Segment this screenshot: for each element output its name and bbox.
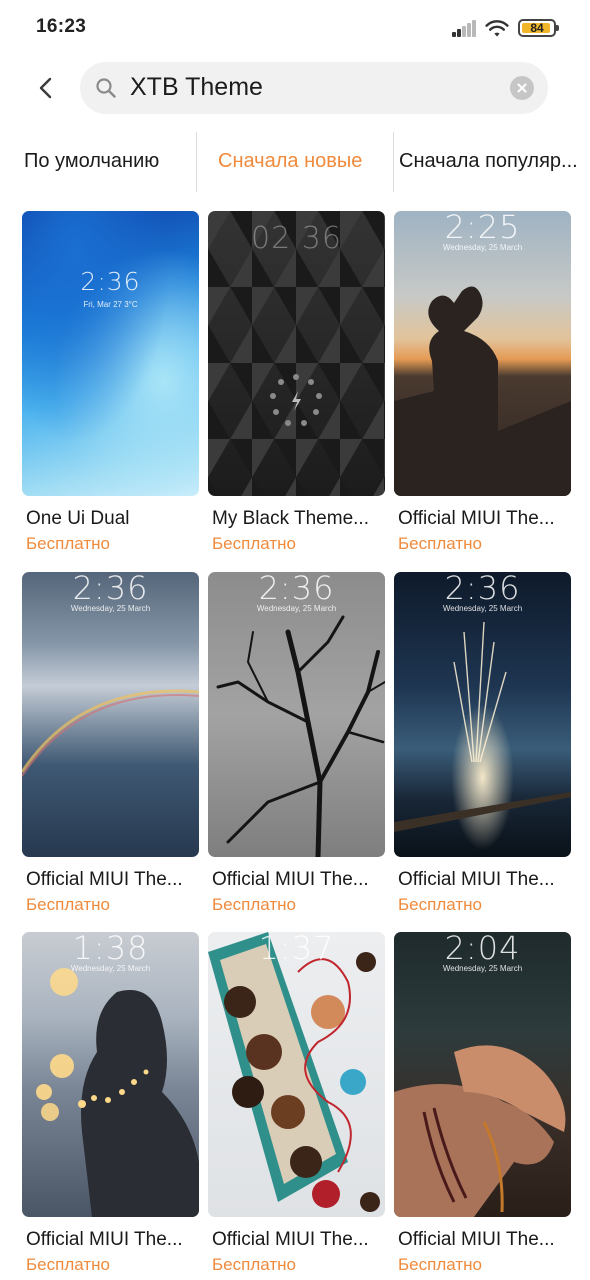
theme-price: Бесплатно: [212, 1255, 296, 1274]
thumbnail-date: Fri, Mar 27 3°C: [83, 300, 138, 309]
theme-card[interactable]: 1:38 Wednesday, 25 March Official MIUI T…: [22, 932, 199, 1275]
wifi-icon: [485, 20, 509, 37]
battery-icon: 84: [518, 19, 559, 37]
theme-card[interactable]: 2:36 Wednesday, 25 March Official MIUI T…: [394, 572, 571, 915]
theme-title: Official MIUI The...: [398, 1229, 555, 1250]
theme-price: Бесплатно: [212, 895, 296, 914]
theme-price: Бесплатно: [26, 534, 110, 553]
theme-thumbnail[interactable]: 1:37: [208, 932, 385, 1217]
chocolates-image: [208, 932, 380, 1212]
theme-thumbnail[interactable]: 2:04 Wednesday, 25 March: [394, 932, 571, 1217]
sort-tabs: По умолчанию Сначала новые Сначала попул…: [0, 130, 590, 192]
theme-thumbnail[interactable]: 2:36 Wednesday, 25 March: [394, 572, 571, 857]
theme-card[interactable]: 2:36 Fri, Mar 27 3°C One Ui Dual Бесплат…: [22, 211, 199, 554]
tab-popular[interactable]: Сначала популяр...: [399, 130, 590, 192]
loading-ring-icon: [270, 374, 322, 426]
tab-newest[interactable]: Сначала новые: [218, 130, 388, 192]
theme-thumbnail[interactable]: 2:36 Wednesday, 25 March: [22, 572, 199, 857]
holding-hands-image: [394, 1045, 566, 1217]
theme-title: Official MIUI The...: [212, 1229, 369, 1250]
thumbnail-clock: 02 36: [251, 221, 342, 256]
theme-thumbnail[interactable]: 1:38 Wednesday, 25 March: [22, 932, 199, 1217]
theme-thumbnail[interactable]: 2:25 Wednesday, 25 March: [394, 211, 571, 496]
silhouette-image: [394, 286, 571, 496]
clear-icon[interactable]: [510, 76, 534, 100]
chevron-left-icon: [39, 77, 52, 99]
status-icons: 84: [452, 15, 559, 41]
thumbnail-clock: 2:36: [72, 572, 149, 607]
theme-price: Бесплатно: [26, 895, 110, 914]
signal-icon: [452, 19, 476, 37]
theme-title: Official MIUI The...: [398, 508, 555, 529]
tab-default[interactable]: По умолчанию: [24, 130, 184, 192]
status-time: 16:23: [36, 16, 87, 37]
thumbnail-date: Wednesday, 25 March: [442, 604, 523, 613]
theme-title: My Black Theme...: [212, 508, 369, 529]
theme-thumbnail[interactable]: 2:36 Fri, Mar 27 3°C: [22, 211, 199, 496]
theme-card[interactable]: 2:36 Wednesday, 25 March Official MIUI T…: [22, 572, 199, 915]
tab-divider: [393, 132, 394, 192]
theme-thumbnail[interactable]: 02 36: [208, 211, 385, 496]
theme-title: Official MIUI The...: [26, 1229, 183, 1250]
theme-thumbnail[interactable]: 2:36 Wednesday, 25 March: [208, 572, 385, 857]
tab-divider: [196, 132, 197, 192]
theme-price: Бесплатно: [398, 534, 482, 553]
theme-price: Бесплатно: [212, 534, 296, 553]
rainbow-image: [22, 689, 199, 777]
theme-card[interactable]: 2:04 Wednesday, 25 March Official MIUI T…: [394, 932, 571, 1275]
theme-card[interactable]: 1:37 Official MIUI The... Бесплатно: [208, 932, 385, 1275]
search-box[interactable]: XTB Theme: [80, 62, 548, 114]
tree-branches-image: [216, 615, 385, 857]
theme-price: Бесплатно: [26, 1255, 110, 1274]
theme-title: Official MIUI The...: [212, 869, 369, 890]
thumbnail-clock: 1:37: [258, 932, 335, 967]
thumbnail-clock: 2:36: [444, 572, 521, 607]
thumbnail-clock: 2:36: [258, 572, 335, 607]
thumbnail-date: Wednesday, 25 March: [442, 964, 523, 973]
theme-card[interactable]: 02 36 My Black Theme... Бесплатно: [208, 211, 385, 554]
theme-card[interactable]: 2:36 Wednesday, 25 March Official MIUI T…: [208, 572, 385, 915]
theme-card[interactable]: 2:25 Wednesday, 25 March Official MIUI T…: [394, 211, 571, 554]
search-icon: [96, 78, 116, 98]
thumbnail-date: Wednesday, 25 March: [442, 243, 523, 252]
thumbnail-date: Wednesday, 25 March: [70, 604, 151, 613]
theme-title: Official MIUI The...: [398, 869, 555, 890]
theme-title: One Ui Dual: [26, 508, 130, 529]
back-button[interactable]: [26, 68, 66, 108]
thumbnail-clock: 2:36: [80, 267, 141, 296]
status-bar: 16:23 84: [0, 0, 590, 56]
theme-price: Бесплатно: [398, 895, 482, 914]
thumbnail-clock: 2:25: [444, 211, 521, 246]
battery-level: 84: [530, 21, 544, 35]
thumbnail-clock: 2:04: [444, 932, 521, 967]
theme-title: Official MIUI The...: [26, 869, 183, 890]
girl-lights-image: [36, 968, 199, 1217]
fireworks-image: [394, 622, 571, 832]
theme-price: Бесплатно: [398, 1255, 482, 1274]
search-input[interactable]: XTB Theme: [130, 73, 263, 102]
